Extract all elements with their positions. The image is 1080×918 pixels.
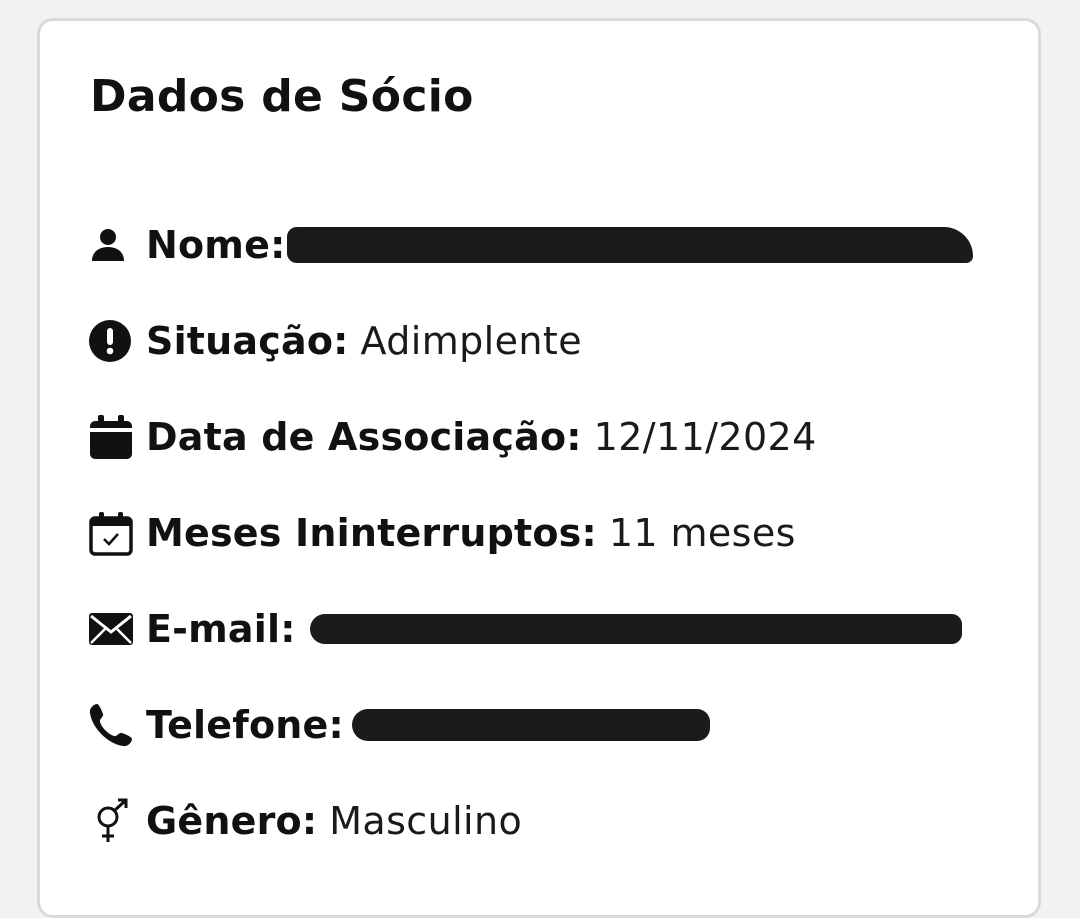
- envelope-icon: [88, 606, 134, 652]
- phone-icon: [88, 702, 134, 748]
- field-telefone: Telefone:: [88, 697, 710, 753]
- field-meses-label: Meses Ininterruptos:: [146, 511, 597, 555]
- field-genero-label: Gênero:: [146, 799, 318, 843]
- field-genero: Gênero: Masculino: [88, 793, 522, 849]
- field-data-associacao-label: Data de Associação:: [146, 415, 582, 459]
- redacted-phone: [351, 709, 710, 741]
- field-data-associacao: Data de Associação: 12/11/2024: [88, 409, 817, 465]
- field-email-label: E-mail:: [146, 607, 296, 651]
- alert-circle-icon: [88, 318, 134, 364]
- field-situacao-value: Adimplente: [360, 319, 582, 363]
- field-nome: Nome:: [88, 217, 974, 273]
- field-genero-value: Masculino: [329, 799, 523, 843]
- member-data-card: Dados de Sócio Nome: Situação: Adimplent…: [37, 18, 1041, 918]
- field-meses-value: 11 meses: [608, 511, 796, 555]
- user-icon: [88, 222, 134, 268]
- calendar-check-icon: [88, 510, 134, 556]
- field-situacao-label: Situação:: [146, 319, 349, 363]
- redacted-name: [287, 227, 974, 263]
- field-data-associacao-value: 12/11/2024: [593, 415, 817, 459]
- field-nome-label: Nome:: [146, 223, 286, 267]
- gender-icon: [88, 798, 134, 844]
- field-email: E-mail:: [88, 601, 962, 657]
- field-meses: Meses Ininterruptos: 11 meses: [88, 505, 796, 561]
- card-title: Dados de Sócio: [90, 71, 474, 122]
- field-telefone-label: Telefone:: [146, 703, 344, 747]
- field-situacao: Situação: Adimplente: [88, 313, 582, 369]
- redacted-email: [309, 614, 962, 644]
- calendar-icon: [88, 414, 134, 460]
